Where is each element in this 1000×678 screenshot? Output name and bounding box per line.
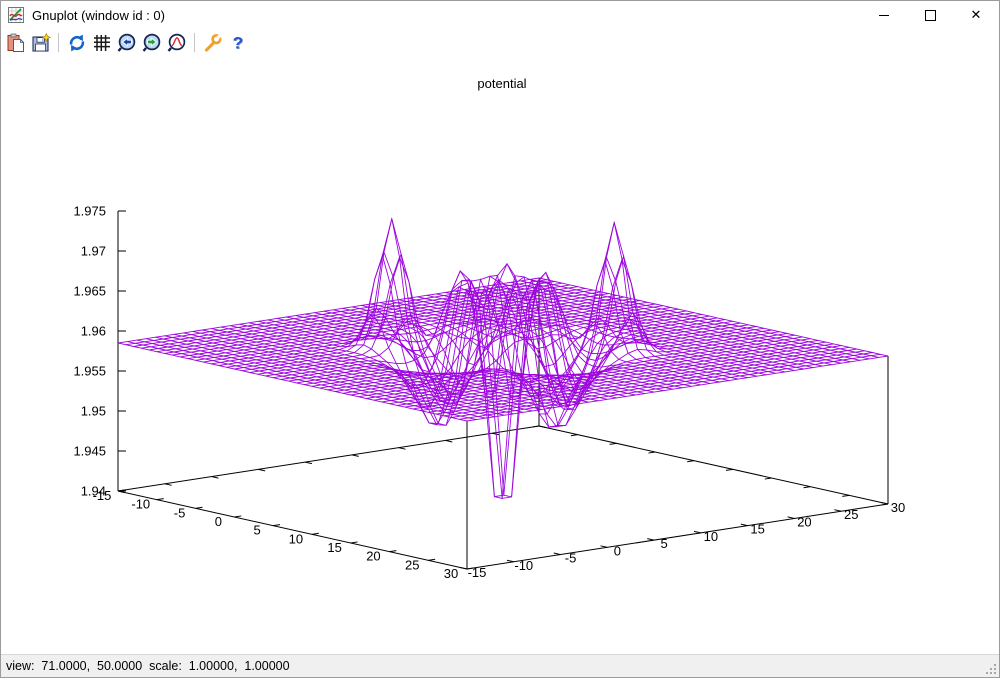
svg-text:1.94: 1.94 — [81, 484, 106, 499]
toolbar-separator — [58, 33, 59, 52]
svg-text:5: 5 — [660, 536, 667, 551]
zoom-previous-icon — [117, 33, 137, 53]
svg-text:0: 0 — [215, 514, 222, 529]
svg-text:10: 10 — [289, 531, 303, 546]
svg-text:1.96: 1.96 — [81, 324, 106, 339]
close-button[interactable]: ✕ — [953, 1, 999, 29]
svg-text:5: 5 — [253, 523, 260, 538]
svg-text:10: 10 — [704, 529, 718, 544]
svg-text:20: 20 — [366, 549, 380, 564]
autoscale-button[interactable] — [165, 31, 188, 54]
svg-text:0: 0 — [614, 543, 621, 558]
svg-text:1.945: 1.945 — [73, 444, 106, 459]
svg-text:25: 25 — [405, 557, 419, 572]
options-wrench-icon — [203, 33, 223, 53]
svg-text:1.965: 1.965 — [73, 284, 106, 299]
view-status-text: view: 71.0000, 50.0000 scale: 1.00000, 1… — [6, 659, 290, 673]
svg-text:30: 30 — [444, 566, 458, 581]
copy-to-clipboard-icon — [6, 33, 26, 53]
gnuplot-logo-icon — [8, 7, 24, 23]
minimize-button[interactable] — [861, 1, 907, 29]
svg-text:15: 15 — [750, 522, 764, 537]
save-icon — [31, 33, 51, 53]
zoom-next-button[interactable] — [140, 31, 163, 54]
help-icon: ? ? — [228, 33, 248, 53]
maximize-icon — [925, 10, 936, 21]
svg-text:potential: potential — [477, 76, 526, 91]
svg-text:-10: -10 — [131, 497, 150, 512]
plot-canvas[interactable]: potential-15-10-5051015202530-15-10-5051… — [1, 56, 1000, 657]
svg-text:-15: -15 — [468, 565, 487, 580]
title-bar[interactable]: Gnuplot (window id : 0) ✕ — [1, 1, 999, 29]
toolbar: ? ? — [1, 29, 999, 57]
options-button[interactable] — [201, 31, 224, 54]
replot-refresh-button[interactable] — [65, 31, 88, 54]
resize-grip[interactable] — [986, 664, 997, 675]
copy-to-clipboard-button[interactable] — [4, 31, 27, 54]
svg-text:1.955: 1.955 — [73, 364, 106, 379]
window-controls: ✕ — [861, 1, 999, 29]
svg-text:15: 15 — [327, 540, 341, 555]
maximize-button[interactable] — [907, 1, 953, 29]
svg-text:1.95: 1.95 — [81, 404, 106, 419]
autoscale-icon — [167, 33, 187, 53]
minimize-icon — [879, 15, 889, 16]
plot-area[interactable]: potential-15-10-5051015202530-15-10-5051… — [1, 56, 1000, 657]
grid-toggle-button[interactable] — [90, 31, 113, 54]
svg-text:-5: -5 — [174, 505, 186, 520]
svg-text:?: ? — [232, 33, 242, 52]
close-icon: ✕ — [971, 9, 982, 22]
status-bar: view: 71.0000, 50.0000 scale: 1.00000, 1… — [1, 654, 999, 677]
toolbar-separator — [194, 33, 195, 52]
replot-refresh-icon — [67, 33, 87, 53]
save-button[interactable] — [29, 31, 52, 54]
help-button[interactable]: ? ? — [226, 31, 249, 54]
svg-text:-5: -5 — [565, 551, 577, 566]
zoom-previous-button[interactable] — [115, 31, 138, 54]
window-title: Gnuplot (window id : 0) — [32, 8, 165, 23]
svg-text:30: 30 — [891, 500, 905, 515]
svg-text:1.97: 1.97 — [81, 244, 106, 259]
svg-text:25: 25 — [844, 507, 858, 522]
gnuplot-window: Gnuplot (window id : 0) ✕ — [0, 0, 1000, 678]
plot-title: potential — [477, 76, 526, 91]
svg-text:1.975: 1.975 — [73, 204, 106, 219]
zoom-next-icon — [142, 33, 162, 53]
surface-mesh — [118, 219, 888, 499]
grid-icon — [92, 33, 112, 53]
svg-text:-10: -10 — [514, 558, 533, 573]
svg-text:20: 20 — [797, 514, 811, 529]
